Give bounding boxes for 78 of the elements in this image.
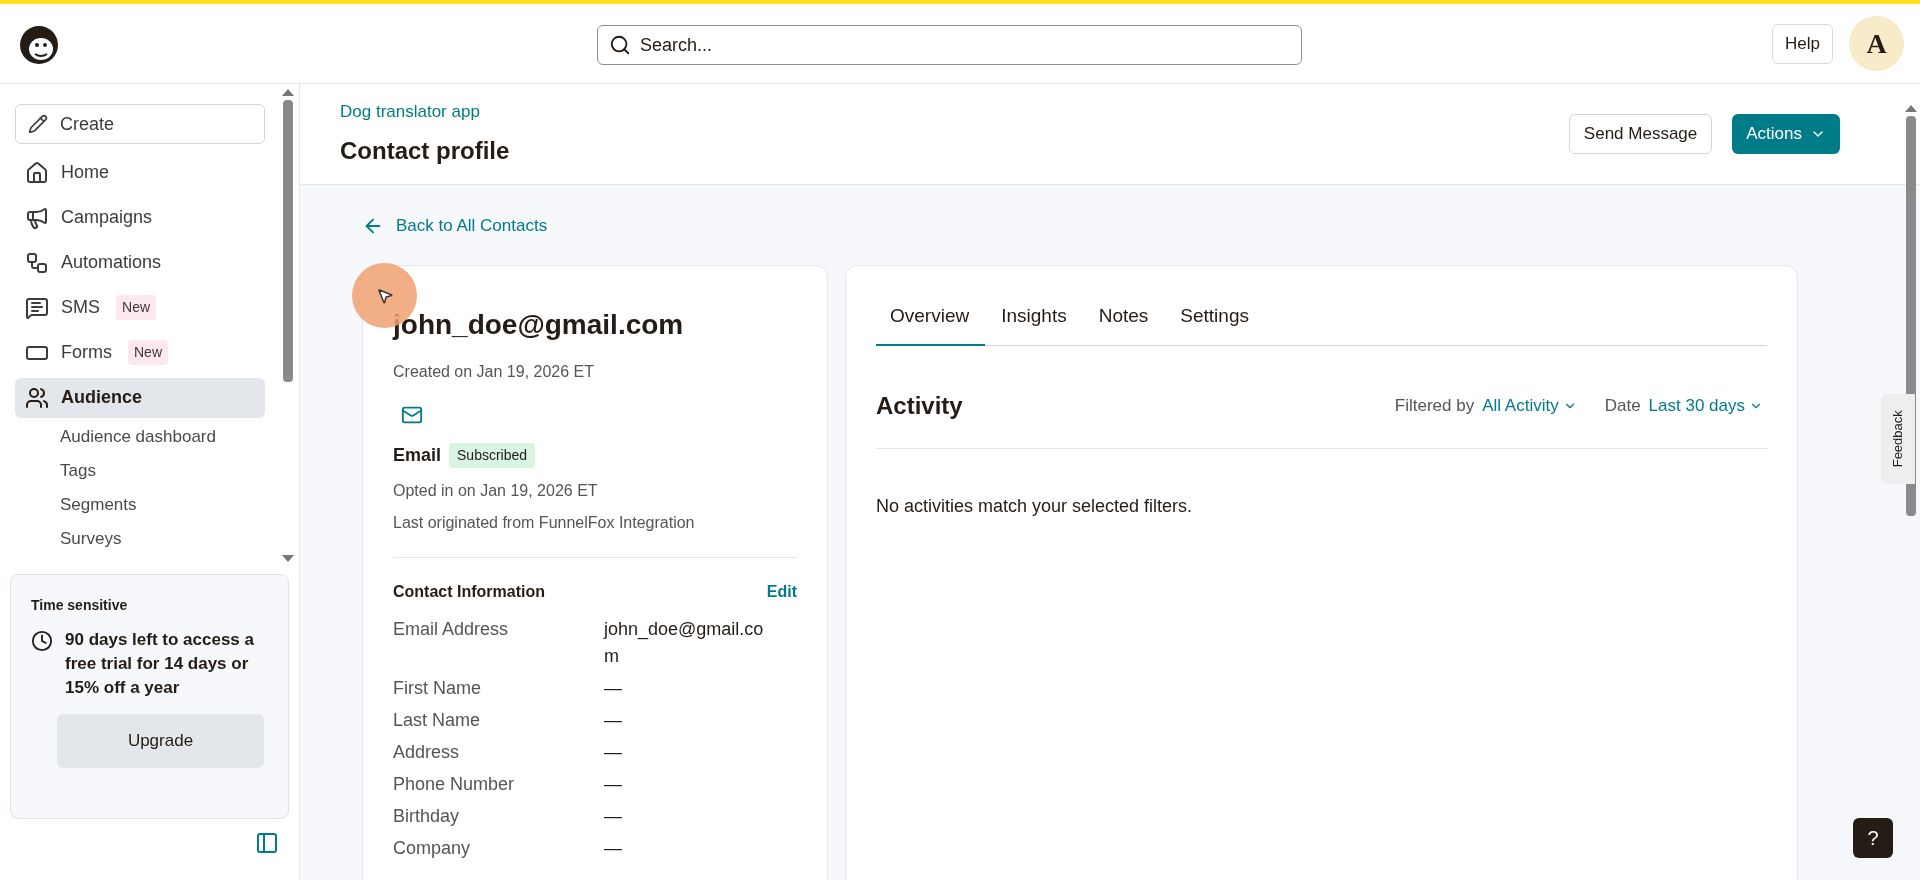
field-value: — [604,836,623,860]
nav-subitem[interactable]: Segments [15,488,264,522]
created-date: Created on Jan 19, 2026 ET [393,361,596,382]
nav-subitem[interactable]: Surveys [15,522,264,556]
megaphone-icon [25,205,49,230]
chat-icon [25,295,49,320]
upgrade-button[interactable]: Upgrade [57,714,264,768]
nav-item[interactable]: Forms New [15,332,265,373]
promo-text: 90 days left to access a free trial for 14 days or 15% off a year [65,629,255,699]
workflow-icon [25,250,49,275]
help-fab[interactable]: ? [1853,818,1893,858]
tab[interactable]: Insights [985,301,1083,346]
clock-icon [31,630,53,652]
field-label: Phone Number [393,772,516,796]
field-label: Birthday [393,804,461,828]
actions-button[interactable]: Actions [1732,114,1840,154]
home-icon [25,160,49,185]
nav-label: Automations [61,251,162,274]
nav-label: Audience [61,386,143,409]
feedback-tab[interactable]: Feedback [1881,394,1915,484]
activity-title: Activity [876,391,963,421]
field-value: — [604,708,623,732]
field-value: — [604,772,623,796]
field-value: — [604,740,623,764]
field-value: john_doe@gmail.com [604,617,764,668]
nav-subitem[interactable]: Audience dashboard [15,420,264,454]
field-label: Email Address [393,617,510,641]
audience-icon [25,385,49,410]
scroll-down-icon[interactable] [282,555,294,563]
opted-in-text: Opted in on Jan 19, 2026 ET [393,480,599,501]
nav-item[interactable]: Home [15,152,265,193]
activity-filter-dropdown[interactable]: All Activity [1482,393,1577,419]
field-value: — [604,804,623,828]
tab[interactable]: Overview [876,301,986,346]
create-button[interactable]: Create [15,104,265,144]
filter-label: Filtered by [1394,395,1475,418]
date-filter-dropdown[interactable]: Last 30 days [1648,393,1763,419]
avatar[interactable]: A [1849,16,1904,71]
field-value: — [604,676,623,700]
nav-label: Forms [61,341,112,364]
field-label: Address [393,740,461,764]
nav-label: SMS [61,296,100,319]
scroll-up-icon[interactable] [1905,104,1917,112]
nav-subitem[interactable]: Tags [15,454,264,488]
nav-item[interactable]: Automations [15,242,265,283]
tab[interactable]: Settings [1164,301,1265,346]
promo-title: Time sensitive [31,596,129,615]
date-label: Date [1604,395,1641,418]
help-button[interactable]: Help [1772,23,1833,64]
cursor-icon [375,286,394,305]
empty-message: No activities match your selected filters. [876,495,1194,518]
pencil-icon [28,114,48,134]
channel-label: Email [393,443,442,467]
tab[interactable]: Notes [1082,301,1165,346]
section-title: Contact Information [393,581,545,602]
nav-item[interactable]: SMS New [15,287,265,328]
search-icon [609,34,631,56]
send-message-button[interactable]: Send Message [1568,114,1713,154]
field-label: First Name [393,676,482,700]
field-label: Company [393,836,472,860]
status-badge: Subscribed [449,442,536,468]
search-field[interactable]: Search... [597,25,1302,65]
field-label: Last Name [393,708,482,732]
contact-email: john_doe@gmail.com [393,307,685,342]
breadcrumb-link[interactable]: Dog translator app [340,99,510,125]
sidebar-scrollbar[interactable] [282,88,294,563]
nav-item[interactable]: Campaigns [15,197,265,238]
new-badge: New [128,340,168,365]
page-title: Contact profile [340,135,510,166]
new-badge: New [116,295,157,320]
nav-label: Campaigns [61,206,153,229]
origin-text: Last originated from FunnelFox Integration [393,512,696,533]
nav-item[interactable]: Audience [15,377,265,418]
sidebar-toggle-icon[interactable] [255,831,279,855]
nav-label: Home [61,161,109,184]
scroll-up-icon[interactable] [282,88,294,96]
back-link[interactable]: Back to All Contacts [362,213,548,239]
edit-link[interactable]: Edit [766,579,797,604]
